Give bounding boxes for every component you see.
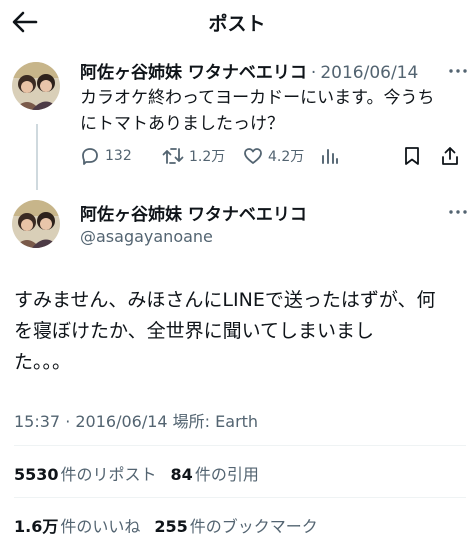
share-button[interactable] — [440, 144, 460, 168]
divider — [14, 497, 466, 498]
like-icon — [244, 148, 262, 164]
post-location[interactable]: Earth — [215, 412, 258, 431]
more-icon — [449, 210, 467, 214]
share-icon — [442, 147, 458, 165]
more-icon — [449, 69, 467, 73]
bookmarks-label[interactable]: 件のブックマーク — [190, 513, 318, 537]
post-timestamp[interactable]: 15:37 · 2016/06/14 場所: — [14, 412, 215, 431]
more-button[interactable] — [448, 203, 468, 221]
main-post-text: すみません、みほさんにLINEで送ったはずが、何 を寝ぼけたか、全世界に聞いてし… — [14, 285, 466, 378]
author-name[interactable]: 阿佐ヶ谷姉妹 ワタナベエリコ — [80, 58, 307, 83]
engagement-row: 5530 件のリポスト 84 件の引用 — [14, 461, 259, 485]
parent-post-header: 阿佐ヶ谷姉妹 ワタナベエリコ · 2016/06/14 — [80, 58, 418, 83]
repost-count: 1.2万 — [189, 149, 226, 165]
reply-count: 132 — [105, 148, 132, 164]
quotes-label[interactable]: 件の引用 — [195, 461, 259, 485]
quotes-count[interactable]: 84 — [171, 465, 193, 484]
reposts-count[interactable]: 5530 — [14, 465, 59, 484]
repost-icon — [162, 148, 184, 164]
text-line: た。。。 — [14, 351, 72, 373]
repost-button[interactable]: 1.2万 — [162, 144, 225, 168]
author-handle[interactable]: @asagayanoane — [80, 227, 213, 246]
action-bar: 132 1.2万 4.2万 — [80, 144, 464, 168]
avatar[interactable] — [12, 200, 60, 248]
text-line: すみません、みほさんにLINEで送ったはずが、何 — [14, 289, 436, 311]
text-line: カラオケ終わってヨーカドーにいます。今うち — [80, 88, 435, 108]
text-line: を寝ぼけたか、全世界に聞いてしまいまし — [14, 320, 375, 342]
likes-label[interactable]: 件のいいね — [60, 513, 140, 537]
bookmark-icon — [405, 147, 419, 165]
author-name[interactable]: 阿佐ヶ谷姉妹 ワタナベエリコ — [80, 200, 307, 225]
engagement-row: 1.6万 件のいいね 255 件のブックマーク — [14, 513, 318, 537]
views-button[interactable] — [321, 144, 339, 168]
post-meta: 15:37 · 2016/06/14 場所: Earth — [14, 408, 258, 432]
top-bar: ポスト — [0, 0, 474, 44]
like-button[interactable]: 4.2万 — [243, 144, 304, 168]
divider — [14, 445, 466, 446]
bookmarks-count[interactable]: 255 — [154, 517, 187, 536]
separator: · — [310, 63, 317, 83]
reply-icon — [82, 148, 98, 165]
likes-count[interactable]: 1.6万 — [14, 513, 58, 537]
reposts-label[interactable]: 件のリポスト — [61, 461, 157, 485]
views-icon — [322, 149, 338, 164]
parent-post-text: カラオケ終わってヨーカドーにいます。今うち にトマトありましたっけ？ — [80, 85, 464, 137]
thread-line — [36, 124, 38, 190]
like-count: 4.2万 — [268, 149, 305, 165]
page-title: ポスト — [208, 13, 266, 35]
reply-button[interactable]: 132 — [80, 144, 132, 168]
text-line: にトマトありましたっけ？ — [80, 114, 284, 134]
post-date[interactable]: 2016/06/14 — [320, 63, 418, 83]
bookmark-button[interactable] — [403, 144, 421, 168]
avatar[interactable] — [12, 62, 60, 110]
more-button[interactable] — [448, 62, 468, 80]
